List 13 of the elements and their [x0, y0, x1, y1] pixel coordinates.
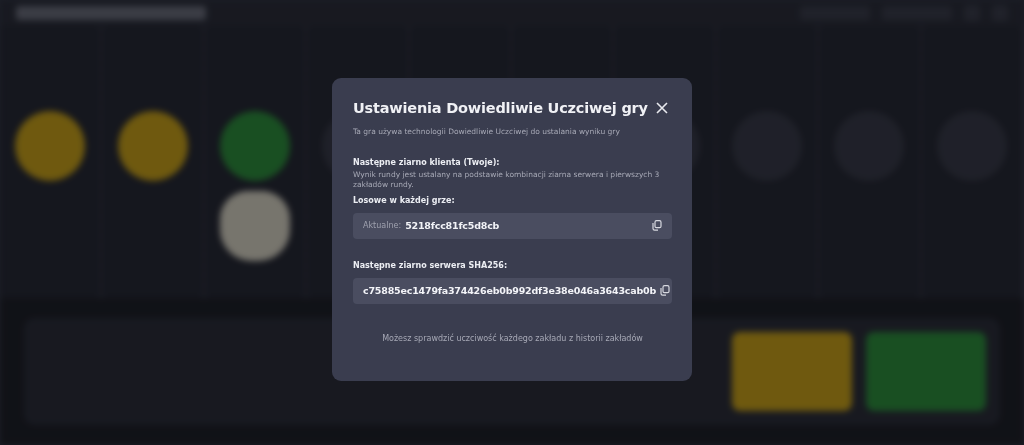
dialog-title: Ustawienia Dowiedliwie Uczciwej gry	[353, 100, 648, 116]
section-heading: Następne ziarno serwera SHA256:	[353, 260, 509, 270]
copy-icon[interactable]	[652, 220, 662, 231]
section-heading: Losowe w każdej grze:	[353, 195, 456, 205]
client-seed-field[interactable]: Aktualne: 5218fcc81fc5d8cb	[353, 212, 672, 239]
seed-value: c75885ec1479fa374426eb0b992df3e38e046a3643cab0b	[363, 285, 657, 296]
server-seed-field[interactable]: c75885ec1479fa374426eb0b992df3e38e046a3643cab0b	[353, 277, 672, 304]
field-prefix: Aktualne:	[363, 221, 402, 230]
seed-value: 5218fcc81fc5d8cb	[405, 220, 501, 231]
copy-icon[interactable]	[660, 285, 671, 296]
footer-note: Możesz sprawdzić uczciwość każdego zakładu z historii zakładów	[381, 333, 644, 343]
close-icon	[656, 102, 668, 114]
section-heading: Następne ziarno klienta (Twoje):	[353, 158, 501, 167]
